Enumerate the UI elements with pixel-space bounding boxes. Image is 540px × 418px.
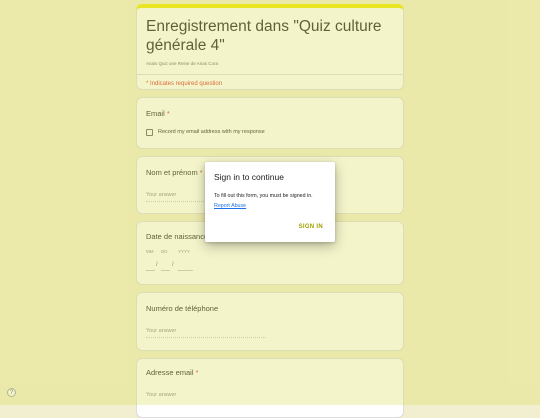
dialog-title: Sign in to continue <box>214 172 284 182</box>
sign-in-button[interactable]: SIGN IN <box>299 224 323 230</box>
report-abuse-link[interactable]: Report Abuse <box>214 203 246 209</box>
dialog-message: To fill out this form, you must be signe… <box>214 193 313 199</box>
sign-in-dialog: Sign in to continue To fill out this for… <box>205 162 335 242</box>
